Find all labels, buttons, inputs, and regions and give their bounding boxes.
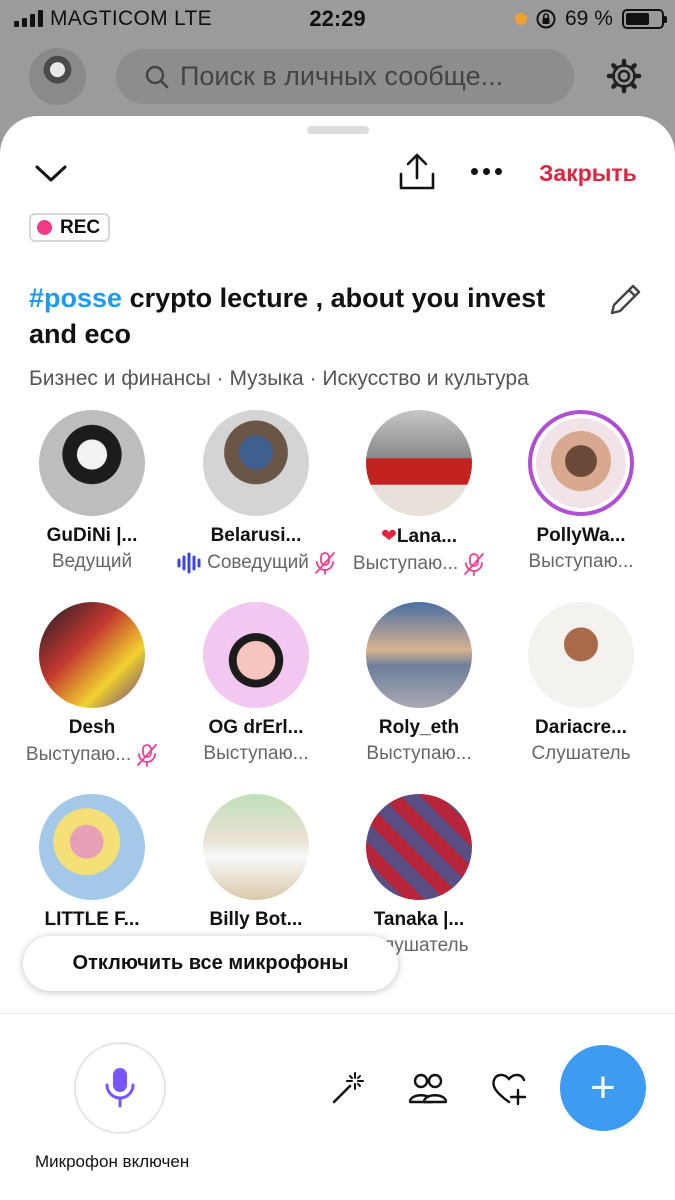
microphone-button[interactable] [74,1042,166,1134]
add-button[interactable]: + [560,1045,646,1131]
participant-avatar[interactable] [528,410,634,516]
participant-name: GuDiNi |... [46,525,138,546]
space-title: #posse crypto lecture , about you invest… [29,280,589,352]
participant-role: Слушатель [531,743,631,764]
participant-name: Billy Bot... [209,909,303,930]
gear-icon[interactable] [605,57,643,95]
mic-muted-icon [314,552,335,575]
heart-icon: ❤ [380,526,397,547]
participant-item[interactable]: ❤Lana... Выступаю... [338,410,500,576]
recording-indicator-icon [515,13,527,25]
rec-dot-icon [37,220,52,235]
participant-name: OG drErl... [208,717,304,738]
battery-icon [622,9,667,29]
search-icon [145,65,169,88]
participant-avatar[interactable] [203,602,309,708]
participant-avatar[interactable] [39,602,145,708]
participant-role: Выступаю... [11,743,173,767]
participant-item[interactable]: Billy Bot... [175,794,337,935]
participant-avatar[interactable] [39,410,145,516]
edit-pencil-icon[interactable] [605,280,645,320]
participant-avatar[interactable] [203,410,309,516]
participant-name: Belarusi... [210,525,302,546]
mute-all-button[interactable]: Отключить все микрофоны [23,936,398,991]
participant-item[interactable]: LITTLE F... [11,794,173,935]
more-options-icon[interactable] [471,168,502,175]
participant-item[interactable]: Dariacre... Слушатель [500,602,662,765]
share-icon[interactable] [397,152,437,192]
speaking-waveform-icon [177,552,201,574]
participant-avatar[interactable] [203,794,309,900]
search-placeholder: Поиск в личных сообще... [180,61,504,91]
mic-muted-icon [137,744,157,767]
participant-avatar[interactable] [366,602,472,708]
participant-avatar[interactable] [39,794,145,900]
title-hashtag[interactable]: #posse [29,283,122,313]
drag-handle[interactable] [307,126,369,134]
participant-role: Выступаю... [203,743,309,764]
participant-role: Ведущий [51,551,133,572]
participant-item[interactable]: GuDiNi |... Ведущий [11,410,173,573]
participant-item[interactable]: Desh Выступаю... [11,602,173,767]
participant-name: Tanaka |... [373,909,465,930]
participant-name: Roly_eth [378,717,460,738]
participant-item[interactable]: PollyWa... Выступаю... [500,410,662,573]
rec-badge: REC [29,213,111,242]
participant-item[interactable]: OG drErl... Выступаю... [175,602,337,765]
participant-name: PollyWa... [536,525,626,546]
rotation-lock-icon [536,9,556,29]
magic-wand-icon[interactable] [330,1070,366,1106]
participant-name: ❤Lana... [380,526,458,547]
rec-label: REC [60,216,101,238]
participant-item[interactable]: Belarusi... Соведущий [175,410,337,575]
heart-plus-icon[interactable] [490,1070,528,1108]
participant-item[interactable]: Roly_eth Выступаю... [338,602,500,765]
participant-role: Выступаю... [366,743,472,764]
battery-percent: 69 % [565,7,613,30]
bottom-divider [0,1013,675,1014]
people-icon[interactable] [408,1070,448,1106]
chevron-down-icon[interactable] [34,162,68,184]
microphone-status-label: Микрофон включен [35,1152,190,1171]
microphone-icon [105,1068,135,1108]
participant-name: Dariacre... [535,717,627,738]
participant-name: Desh [68,717,116,738]
profile-avatar[interactable] [29,48,86,105]
participant-role: Выступаю... [528,551,634,572]
space-topics: Бизнес и финансы · Музыка · Искусство и … [29,367,529,390]
search-input[interactable]: Поиск в личных сообще... [116,49,574,104]
participant-role: Соведущий [175,551,337,575]
space-sheet: Закрыть REC #posse crypto lecture , abou… [0,116,675,1200]
participant-name: LITTLE F... [44,909,140,930]
participant-avatar[interactable] [366,794,472,900]
participant-avatar[interactable] [366,410,472,516]
participant-item[interactable]: Tanaka |... Слушатель [338,794,500,957]
participant-avatar[interactable] [528,602,634,708]
mic-muted-icon [464,553,484,576]
status-bar: MAGTICOM LTE 22:29 69 % [0,0,675,38]
close-button[interactable]: Закрыть [539,160,637,187]
participant-role: Выступаю... [338,552,500,576]
